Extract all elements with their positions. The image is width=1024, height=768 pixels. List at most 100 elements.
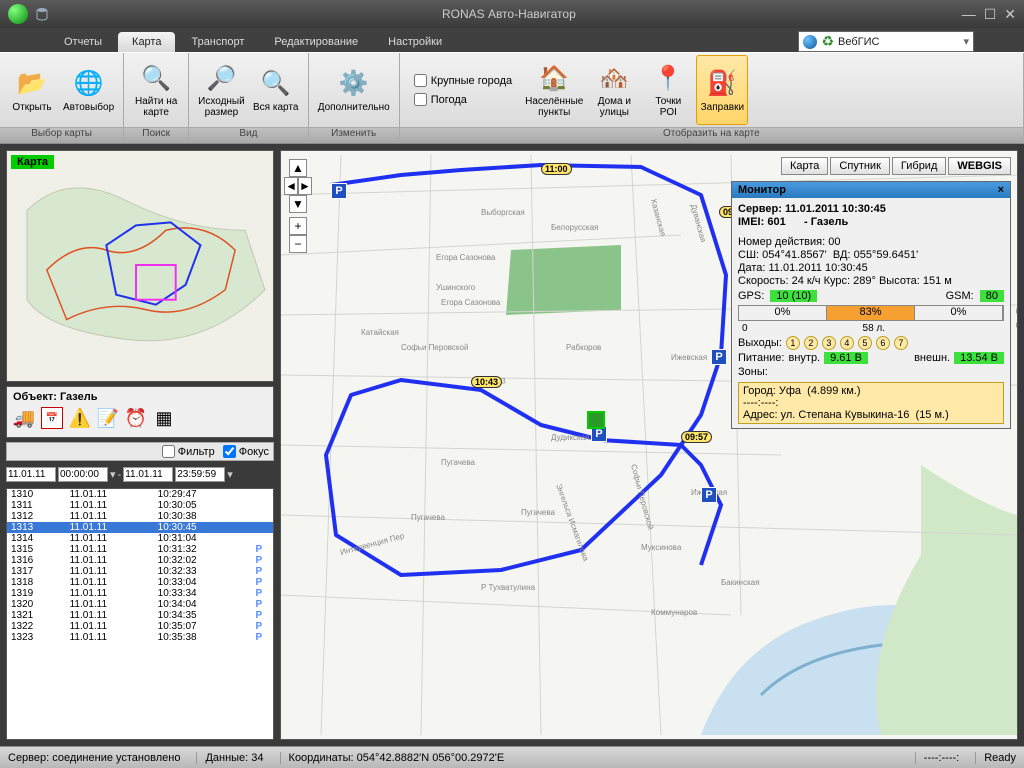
- events-list[interactable]: 131011.01.1110:29:47131111.01.1110:30:05…: [6, 488, 274, 740]
- pan-right-button[interactable]: ►: [298, 177, 312, 195]
- svg-text:Катайская: Катайская: [361, 328, 399, 337]
- maptype-map[interactable]: Карта: [781, 157, 828, 175]
- svg-text:Рабкоров: Рабкоров: [566, 343, 601, 352]
- maximize-button[interactable]: ☐: [984, 6, 997, 23]
- svg-text:Пугачева: Пугачева: [441, 458, 476, 467]
- zoom-1-1-icon: 🔎: [205, 62, 237, 94]
- zoom-in-button[interactable]: +: [289, 217, 307, 235]
- status-dashes: ----:----:: [915, 752, 959, 764]
- zoom-out-button[interactable]: −: [289, 235, 307, 253]
- towns-button[interactable]: 🏠 Населённые пункты: [522, 55, 586, 125]
- event-row[interactable]: 131311.01.1110:30:45: [7, 522, 273, 533]
- vehicle-icon[interactable]: [587, 411, 605, 429]
- status-bar: Сервер: соединение установлено Данные: 3…: [0, 746, 1024, 768]
- event-row[interactable]: 131911.01.1110:33:34P: [7, 588, 273, 599]
- event-row[interactable]: 131511.01.1110:31:32P: [7, 544, 273, 555]
- ribbon-group-label: Изменить: [309, 127, 399, 143]
- zoom-fit-icon: 🔍: [260, 68, 292, 100]
- svg-text:Егора Сазонова: Егора Сазонова: [436, 253, 496, 262]
- maptype-satellite[interactable]: Спутник: [830, 157, 889, 175]
- close-button[interactable]: ✕: [1004, 6, 1016, 23]
- folder-open-icon: 📂: [16, 68, 48, 100]
- tab-editing[interactable]: Редактирование: [260, 32, 372, 52]
- event-row[interactable]: 131111.01.1110:30:05: [7, 500, 273, 511]
- app-orb-icon[interactable]: [8, 4, 28, 24]
- ribbon-group-label: Поиск: [124, 127, 188, 143]
- recycle-icon: ♻: [821, 33, 834, 50]
- truck-icon[interactable]: 🚚: [13, 407, 35, 429]
- focus-checkbox[interactable]: Фокус: [223, 445, 269, 458]
- ribbon-group-label: Вид: [189, 127, 308, 143]
- globe-magnify-icon: 🔍: [140, 62, 172, 94]
- open-button[interactable]: 📂 Открыть: [6, 55, 58, 125]
- menu-tabs: Отчеты Карта Транспорт Редактирование На…: [0, 28, 1024, 52]
- weather-checkbox[interactable]: Погода: [414, 93, 512, 106]
- poi-button[interactable]: 📍 Точки POI: [642, 55, 694, 125]
- pan-left-button[interactable]: ◄: [284, 177, 298, 195]
- main-map[interactable]: Выборгская Белорусская Егора Сазонова Уш…: [280, 150, 1018, 740]
- more-button[interactable]: ⚙️ Дополнительно: [315, 55, 393, 125]
- calendar-icon[interactable]: 📅: [41, 407, 63, 429]
- event-row[interactable]: 131611.01.1110:32:02P: [7, 555, 273, 566]
- pan-down-button[interactable]: ▼: [289, 195, 307, 213]
- tab-transport[interactable]: Транспорт: [177, 32, 258, 52]
- maptype-webgis[interactable]: WEBGIS: [948, 157, 1011, 175]
- original-size-button[interactable]: 🔎 Исходный размер: [195, 55, 248, 125]
- title-bar: RONAS Авто-Навигатор — ☐ ✕: [0, 0, 1024, 28]
- svg-text:Пугачева: Пугачева: [521, 508, 556, 517]
- map-type-selector: Карта Спутник Гибрид WEBGIS: [781, 157, 1011, 175]
- overview-map[interactable]: Карта: [6, 150, 274, 382]
- monitor-title: Монитор: [738, 184, 786, 196]
- globe-icon: [803, 35, 817, 49]
- svg-text:Пугачева: Пугачева: [411, 513, 446, 522]
- minimize-button[interactable]: —: [962, 6, 976, 23]
- pan-up-button[interactable]: ▲: [289, 159, 307, 177]
- event-row[interactable]: 131011.01.1110:29:47: [7, 489, 273, 500]
- maptype-hybrid[interactable]: Гибрид: [892, 157, 946, 175]
- notes-icon[interactable]: 📝: [97, 407, 119, 429]
- streets-button[interactable]: 🏘️ Дома и улицы: [588, 55, 640, 125]
- time-badge: 11:00: [541, 163, 572, 175]
- event-row[interactable]: 131211.01.1110:30:38: [7, 511, 273, 522]
- monitor-close-icon[interactable]: ×: [998, 184, 1004, 196]
- svg-text:Коммунаров: Коммунаров: [651, 608, 697, 617]
- status-ready: Ready: [975, 752, 1016, 764]
- event-row[interactable]: 131411.01.1110:31:04: [7, 533, 273, 544]
- ribbon-toolbar: 📂 Открыть 🌐 Автовыбор Выбор карты 🔍 Найт…: [0, 52, 1024, 144]
- status-coords: Координаты: 054°42.8882'N 056°00.2972'E: [280, 752, 899, 764]
- parking-icon: P: [331, 183, 347, 199]
- whole-map-button[interactable]: 🔍 Вся карта: [250, 55, 302, 125]
- globe-search-icon: 🌐: [73, 68, 105, 100]
- find-on-map-button[interactable]: 🔍 Найти на карте: [130, 55, 182, 125]
- svg-text:Ижевская: Ижевская: [671, 353, 707, 362]
- event-row[interactable]: 132011.01.1110:34:04P: [7, 599, 273, 610]
- date-from[interactable]: [6, 467, 56, 482]
- time-to[interactable]: [175, 467, 225, 482]
- event-row[interactable]: 132211.01.1110:35:07P: [7, 621, 273, 632]
- qat-db-icon[interactable]: [34, 6, 50, 22]
- event-row[interactable]: 131711.01.1110:32:33P: [7, 566, 273, 577]
- buildings-icon: 🏘️: [598, 62, 630, 94]
- event-row[interactable]: 132111.01.1110:34:35P: [7, 610, 273, 621]
- webgis-selector[interactable]: ♻ ВебГИС ▾: [798, 31, 974, 52]
- grid-icon[interactable]: ▦: [153, 407, 175, 429]
- tab-settings[interactable]: Настройки: [374, 32, 456, 52]
- time-from[interactable]: [58, 467, 108, 482]
- alert-icon[interactable]: ⚠️: [69, 407, 91, 429]
- big-cities-checkbox[interactable]: Крупные города: [414, 74, 512, 87]
- autoselect-button[interactable]: 🌐 Автовыбор: [60, 55, 117, 125]
- event-row[interactable]: 132311.01.1110:35:38P: [7, 632, 273, 643]
- tab-map[interactable]: Карта: [118, 32, 175, 52]
- map-zoom-controls: ▲ ◄ ► ▼ + −: [289, 159, 307, 253]
- parking-icon: P: [701, 487, 717, 503]
- ribbon-group-label: Отобразить на карте: [400, 127, 1023, 143]
- svg-text:Белорусская: Белорусская: [551, 223, 598, 232]
- date-to[interactable]: [123, 467, 173, 482]
- parking-icon: P: [711, 349, 727, 365]
- fuel-button[interactable]: ⛽ Заправки: [696, 55, 748, 125]
- filter-checkbox[interactable]: Фильтр: [162, 445, 215, 458]
- tab-reports[interactable]: Отчеты: [50, 32, 116, 52]
- clock-icon[interactable]: ⏰: [125, 407, 147, 429]
- event-row[interactable]: 131811.01.1110:33:04P: [7, 577, 273, 588]
- monitor-panel[interactable]: Монитор × Сервер: 11.01.2011 10:30:45 IM…: [731, 181, 1011, 429]
